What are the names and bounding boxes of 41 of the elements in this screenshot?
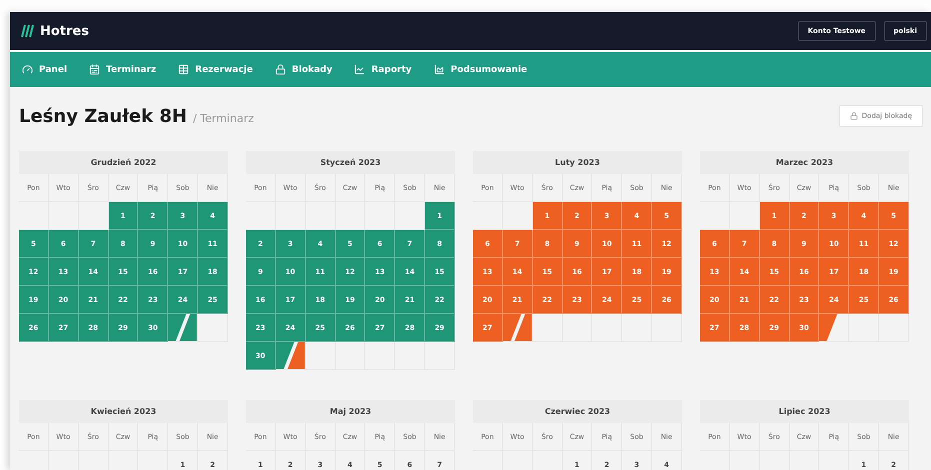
checkout-half[interactable] bbox=[168, 314, 187, 341]
month-title: Grudzień 2022 bbox=[19, 151, 228, 174]
empty-day-cell bbox=[395, 342, 426, 370]
logo-text: Hotres bbox=[40, 24, 89, 38]
checkin-half[interactable] bbox=[180, 314, 198, 341]
month-title: Styczeń 2023 bbox=[246, 151, 455, 174]
checkout-half[interactable] bbox=[819, 314, 838, 341]
line-chart-icon bbox=[354, 64, 366, 75]
gauge-icon bbox=[22, 64, 33, 75]
nav-item[interactable]: Blokady bbox=[274, 64, 332, 75]
empty-day-cell bbox=[592, 314, 622, 342]
checkout-half[interactable] bbox=[502, 314, 522, 341]
empty-day-cell bbox=[365, 342, 396, 370]
empty-day-cell bbox=[622, 314, 652, 342]
empty-day-cell bbox=[562, 314, 592, 342]
empty-day-cell bbox=[879, 314, 909, 342]
empty-day-cell bbox=[336, 342, 366, 370]
month-title: Lipiec 2023 bbox=[700, 400, 909, 423]
table-icon bbox=[178, 64, 190, 75]
lock-icon bbox=[850, 112, 858, 120]
area-chart-icon bbox=[434, 64, 445, 75]
checkout-half[interactable] bbox=[276, 342, 294, 369]
nav-item[interactable]: Panel bbox=[22, 64, 68, 75]
logo-icon bbox=[20, 24, 34, 38]
month-title: Kwiecień 2023 bbox=[19, 400, 228, 423]
breadcrumb: / Terminarz bbox=[192, 112, 254, 124]
checkin-half[interactable] bbox=[287, 342, 305, 369]
empty-day-cell bbox=[425, 342, 455, 370]
nav-item[interactable]: Terminarz bbox=[89, 64, 156, 75]
month-title: Luty 2023 bbox=[473, 151, 682, 174]
checkin-half[interactable] bbox=[514, 314, 532, 341]
month-title: Czerwiec 2023 bbox=[473, 400, 682, 423]
page-title: Leśny Zaułek 8H bbox=[19, 106, 187, 126]
empty-day-cell bbox=[652, 314, 682, 342]
month-title: Marzec 2023 bbox=[700, 151, 909, 174]
nav-item[interactable]: Podsumowanie bbox=[434, 64, 528, 75]
nav-item[interactable]: Rezerwacje bbox=[178, 64, 253, 75]
lock-icon bbox=[274, 64, 286, 75]
nav-item[interactable]: Raporty bbox=[354, 64, 412, 75]
calendar-icon bbox=[89, 64, 100, 75]
month-title: Maj 2023 bbox=[246, 400, 455, 423]
